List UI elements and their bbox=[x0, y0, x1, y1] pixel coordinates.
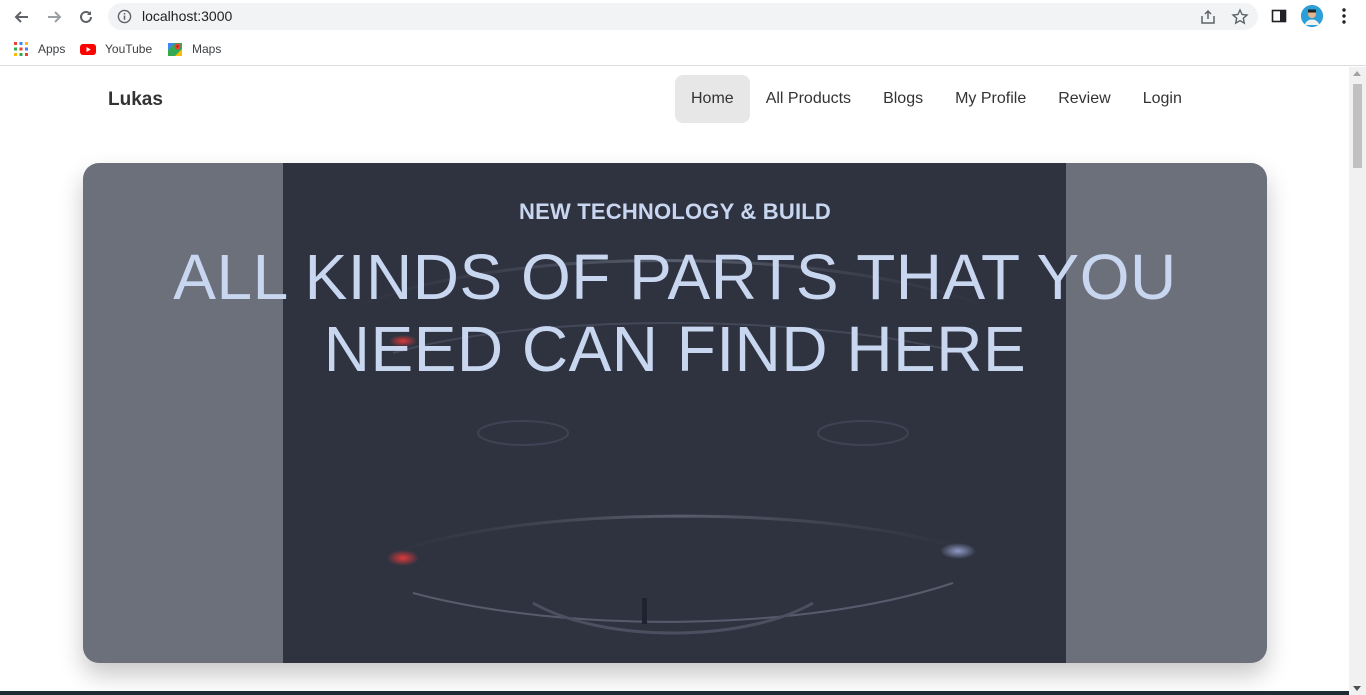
bookmark-maps[interactable]: Maps bbox=[167, 40, 221, 58]
forward-arrow-icon bbox=[48, 11, 62, 23]
side-panel-button[interactable] bbox=[1268, 5, 1290, 27]
kebab-menu-icon bbox=[1342, 8, 1346, 24]
bookmark-label: Apps bbox=[38, 42, 66, 56]
youtube-icon bbox=[80, 44, 96, 55]
hero-subtitle: NEW TECHNOLOGY & BUILD bbox=[519, 199, 831, 224]
browser-menu-button[interactable] bbox=[1333, 5, 1355, 27]
nav-login[interactable]: Login bbox=[1127, 75, 1198, 123]
address-bar[interactable]: localhost:3000 bbox=[108, 3, 1258, 30]
forward-button[interactable] bbox=[41, 4, 67, 30]
nav-home[interactable]: Home bbox=[675, 75, 750, 123]
reload-icon bbox=[80, 10, 92, 23]
site-brand[interactable]: Lukas bbox=[108, 89, 163, 111]
apps-grid-icon bbox=[14, 42, 28, 56]
hero-title-line2: NEED CAN FIND HERE bbox=[323, 313, 1027, 385]
bookmark-label: YouTube bbox=[105, 42, 153, 56]
back-button[interactable] bbox=[9, 4, 35, 30]
nav-my-profile[interactable]: My Profile bbox=[939, 75, 1042, 123]
scroll-up-arrow-icon[interactable] bbox=[1353, 71, 1361, 76]
user-avatar-icon bbox=[1301, 5, 1323, 27]
back-arrow-icon bbox=[14, 11, 28, 23]
bookmarks-bar: Apps YouTube Maps bbox=[0, 33, 1366, 66]
bookmark-label: Maps bbox=[192, 42, 222, 56]
share-icon[interactable] bbox=[1199, 8, 1217, 26]
url-text[interactable]: localhost:3000 bbox=[142, 8, 232, 24]
profile-avatar[interactable] bbox=[1301, 5, 1323, 27]
car-silhouette-image bbox=[342, 259, 1004, 635]
main-nav: Home All Products Blogs My Profile Revie… bbox=[675, 75, 1198, 123]
nav-all-products[interactable]: All Products bbox=[750, 75, 867, 123]
scroll-thumb[interactable] bbox=[1353, 84, 1362, 168]
hero-title-line1: ALL KINDS OF PARTS THAT YOU bbox=[173, 241, 1177, 313]
scroll-down-arrow-icon[interactable] bbox=[1353, 686, 1361, 691]
hero-title: ALL KINDS OF PARTS THAT YOU NEED CAN FIN… bbox=[83, 241, 1267, 385]
nav-blogs[interactable]: Blogs bbox=[867, 75, 939, 123]
hero-car-image bbox=[283, 163, 1066, 663]
bookmark-star-icon[interactable] bbox=[1231, 8, 1249, 26]
browser-toolbar: localhost:3000 bbox=[0, 0, 1366, 33]
bookmark-youtube[interactable]: YouTube bbox=[80, 40, 152, 58]
side-panel-icon bbox=[1271, 9, 1287, 23]
page-scrollbar[interactable] bbox=[1349, 67, 1366, 695]
nav-review[interactable]: Review bbox=[1042, 75, 1126, 123]
maps-icon bbox=[168, 43, 182, 56]
taskbar-edge bbox=[0, 691, 1349, 695]
hero-banner: NEW TECHNOLOGY & BUILD ALL KINDS OF PART… bbox=[83, 163, 1267, 663]
reload-button[interactable] bbox=[73, 4, 99, 30]
info-icon[interactable] bbox=[117, 9, 132, 24]
bookmark-apps[interactable]: Apps bbox=[13, 40, 65, 58]
page-viewport: Lukas Home All Products Blogs My Profile… bbox=[0, 67, 1349, 695]
